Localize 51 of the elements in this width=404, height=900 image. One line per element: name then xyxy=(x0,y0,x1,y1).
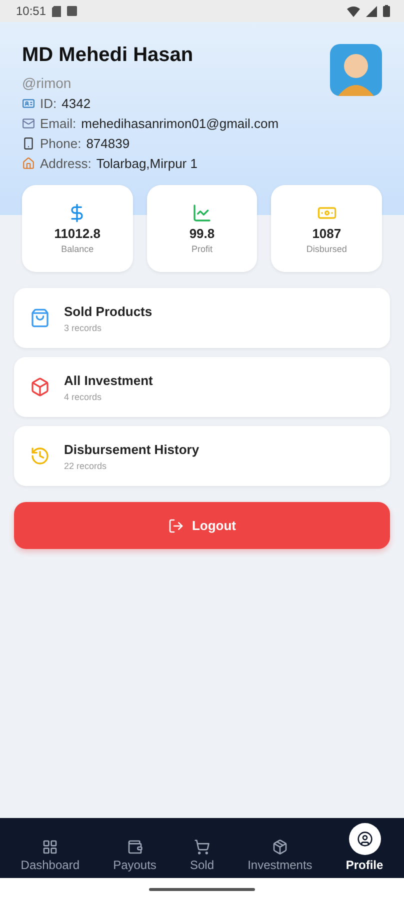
nav-tab[interactable]: Sold xyxy=(190,839,214,872)
detail-label: Address: xyxy=(40,156,92,171)
detail-label: Phone: xyxy=(40,136,82,151)
record-count: 22 records xyxy=(64,460,108,470)
record-card[interactable]: All Investment 4 records xyxy=(14,357,390,417)
avatar xyxy=(330,44,382,96)
nav-tab[interactable]: Dashboard xyxy=(20,839,80,872)
package-icon xyxy=(272,839,288,855)
cube-icon xyxy=(30,377,50,397)
cart-icon xyxy=(194,839,210,855)
detail-value: mehedihasanrimon01@gmail.com xyxy=(81,116,279,131)
username: @rimon xyxy=(22,75,72,91)
stat-value: 11012.8 xyxy=(54,226,100,241)
gesture-handle[interactable] xyxy=(149,888,255,890)
detail-label: Email: xyxy=(40,116,76,131)
detail-value: Tolarbag,Mirpur 1 xyxy=(96,156,198,171)
id-card-icon xyxy=(22,97,35,110)
stat-label: Balance xyxy=(61,244,94,254)
history-icon xyxy=(30,446,50,466)
wifi-icon xyxy=(347,6,360,16)
stat-label: Disbursed xyxy=(306,244,347,254)
sd-card-icon xyxy=(52,6,62,16)
phone-icon xyxy=(22,137,35,150)
record-title: All Investment xyxy=(64,372,153,388)
chart-icon xyxy=(192,203,212,223)
battery-icon xyxy=(383,5,390,17)
house-icon xyxy=(22,157,35,170)
record-card[interactable]: Sold Products 3 records xyxy=(14,288,390,348)
record-card[interactable]: Disbursement History 22 records xyxy=(14,426,390,486)
bag-icon xyxy=(30,308,50,328)
stat-value: 99.8 xyxy=(189,226,215,241)
nav-tab[interactable]: Investments xyxy=(248,839,312,872)
signal-icon xyxy=(366,6,377,16)
detail-value: 4342 xyxy=(62,96,91,111)
stat-label: Profit xyxy=(191,244,212,254)
stat-value: 1087 xyxy=(312,226,342,241)
profile-name: MD Mehedi Hasan xyxy=(22,44,194,67)
grid-icon xyxy=(42,839,58,855)
record-title: Sold Products xyxy=(64,304,152,318)
record-title: Disbursement History xyxy=(64,442,200,456)
user-icon xyxy=(356,831,373,847)
wallet-icon xyxy=(126,839,143,855)
record-count: 4 records xyxy=(64,392,103,402)
envelope-icon xyxy=(22,117,35,130)
status-time: 10:51 xyxy=(16,4,46,18)
logout-icon xyxy=(168,518,184,534)
record-count: 3 records xyxy=(64,322,103,332)
logout-button[interactable]: Logout xyxy=(14,502,390,549)
nav-tab[interactable]: Payouts xyxy=(113,839,156,872)
detail-label: ID: xyxy=(40,96,57,111)
detail-value: 874839 xyxy=(86,136,130,151)
